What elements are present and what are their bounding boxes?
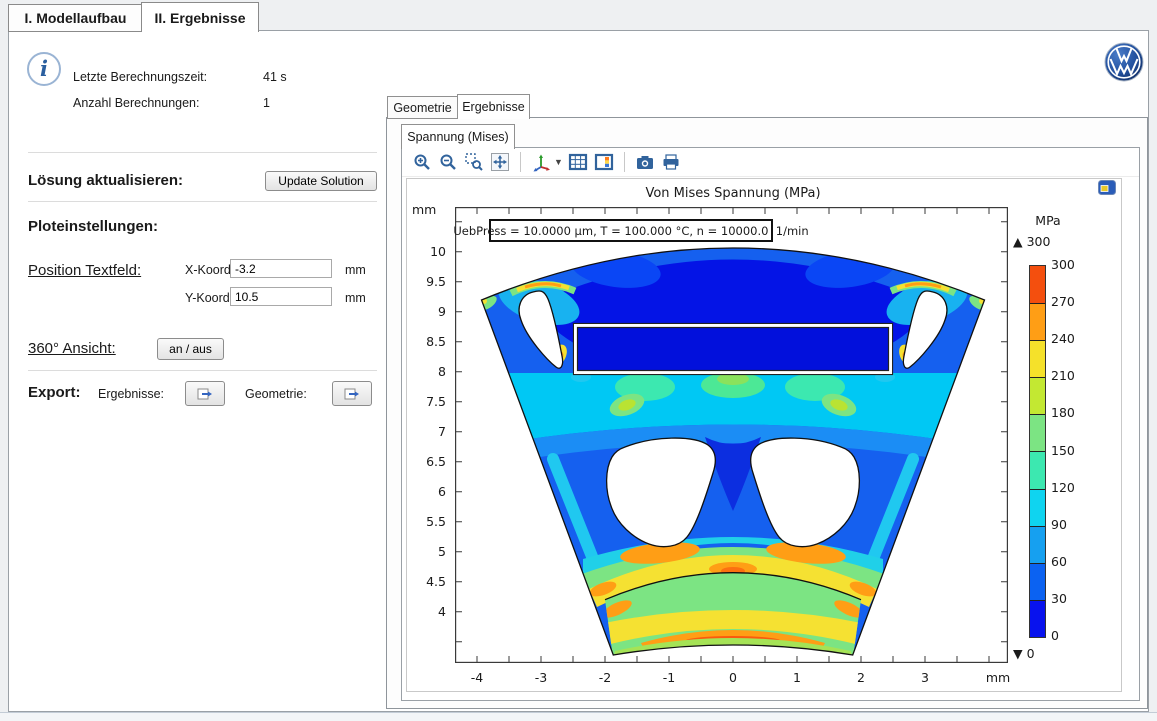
divider <box>28 201 377 202</box>
stress-field <box>477 245 989 663</box>
y-coordinate-input[interactable] <box>230 287 332 306</box>
x-coordinate-unit: mm <box>345 263 366 277</box>
divider <box>28 152 377 153</box>
color-legend-icon[interactable] <box>593 151 615 173</box>
view-360-label: 360° Ansicht: <box>28 340 116 357</box>
plot-tab-spannung-mises[interactable]: Spannung (Mises) <box>401 124 515 149</box>
view-360-toggle-button[interactable]: an / aus <box>157 338 224 360</box>
update-solution-label: Lösung aktualisieren: <box>28 172 183 189</box>
vw-logo <box>1104 42 1144 82</box>
export-results-label: Ergebnisse: <box>98 387 164 401</box>
plot-annotation: UebPress = 10.0000 µm, T = 100.000 °C, n… <box>489 219 773 242</box>
y-axis-unit: mm <box>412 202 436 217</box>
export-geometry-label: Geometrie: <box>245 387 307 401</box>
divider <box>28 370 377 371</box>
info-icon: i <box>27 52 61 86</box>
update-solution-button[interactable]: Update Solution <box>265 171 377 191</box>
plot-settings-label: Ploteinstellungen: <box>28 218 158 235</box>
text-position-label: Position Textfeld: <box>28 262 141 279</box>
x-axis-unit: mm <box>983 670 1013 685</box>
tab-ergebnisse[interactable]: II. Ergebnisse <box>141 2 259 32</box>
colorbar-unit: MPa <box>1028 213 1068 228</box>
colorbar <box>1029 265 1046 638</box>
colorbar-max-marker: ▲ 300 <box>1013 234 1050 249</box>
print-icon[interactable] <box>660 151 682 173</box>
viewer-tab-ergebnisse[interactable]: Ergebnisse <box>457 94 530 119</box>
plot-title: Von Mises Spannung (MPa) <box>633 186 833 201</box>
snapshot-icon[interactable] <box>634 151 656 173</box>
export-geometry-button[interactable] <box>332 381 372 406</box>
last-computation-value: 41 s <box>263 70 287 84</box>
viewer-tab-geometrie[interactable]: Geometrie <box>387 96 458 119</box>
zoom-extents-icon[interactable] <box>489 151 511 173</box>
zoom-out-icon[interactable] <box>437 151 459 173</box>
chevron-down-icon[interactable]: ▼ <box>554 157 563 167</box>
zoom-box-icon[interactable] <box>463 151 485 173</box>
toolbar-separator <box>520 152 521 172</box>
last-computation-label: Letzte Berechnungszeit: <box>73 70 207 84</box>
zoom-in-icon[interactable] <box>411 151 433 173</box>
plot-toolbar: ▼ <box>402 148 1139 177</box>
stress-contour-plot <box>455 207 1008 663</box>
export-results-button[interactable] <box>185 381 225 406</box>
export-label: Export: <box>28 384 81 401</box>
axes-orientation-icon[interactable] <box>530 151 552 173</box>
x-coordinate-input[interactable] <box>230 259 332 278</box>
y-coordinate-unit: mm <box>345 291 366 305</box>
toolbar-separator <box>624 152 625 172</box>
magnet-selection-rect[interactable] <box>574 324 893 375</box>
plot-window-icon[interactable] <box>1098 180 1116 195</box>
export-icon <box>344 387 360 401</box>
colorbar-min-marker: ▼ 0 <box>1013 646 1035 661</box>
computation-count-label: Anzahl Berechnungen: <box>73 96 199 110</box>
export-icon <box>197 387 213 401</box>
tab-modellaufbau[interactable]: I. Modellaufbau <box>8 4 143 32</box>
grid-toggle-icon[interactable] <box>567 151 589 173</box>
computation-count-value: 1 <box>263 96 270 110</box>
